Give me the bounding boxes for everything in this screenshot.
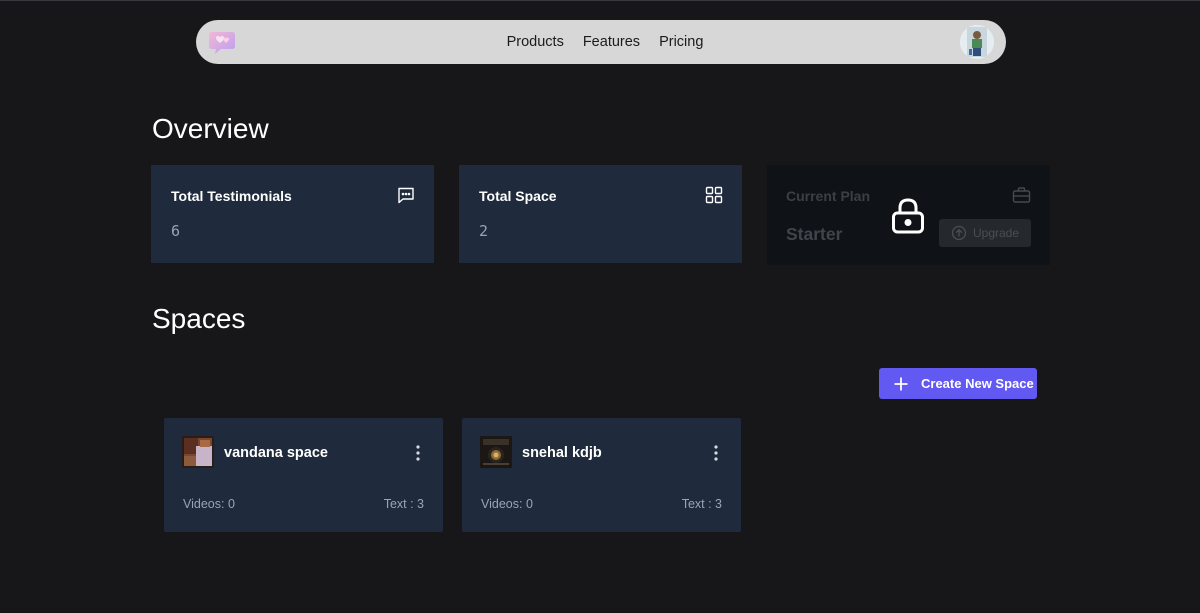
stat-value: 2 [479,222,489,240]
overview-title: Overview [152,113,269,144]
stat-value: 6 [171,222,181,240]
space-name: snehal kdjb [522,445,602,461]
space-videos-count: Videos: 0 [183,497,235,511]
stat-label: Total Space [479,188,557,204]
chat-bubble-icon [397,186,415,204]
current-plan-card: Current Plan Starter Upgrade [767,165,1050,265]
space-text-count: Text : 3 [681,497,722,511]
create-new-space-button[interactable]: Create New Space [879,368,1037,399]
plan-label: Current Plan [786,188,871,204]
upgrade-icon [951,225,967,241]
upgrade-label: Upgrade [972,226,1020,240]
nav-link-pricing[interactable]: Pricing [659,34,703,50]
total-testimonials-card: Total Testimonials 6 [151,165,434,263]
upgrade-button[interactable]: Upgrade [939,219,1031,247]
briefcase-icon [1012,186,1031,204]
avatar[interactable] [960,25,994,59]
nav-link-products[interactable]: Products [507,34,564,50]
space-thumbnail [182,436,214,468]
plan-value: Starter [786,224,843,244]
plus-icon [893,376,909,392]
nav-link-features[interactable]: Features [583,34,640,50]
create-new-space-label: Create New Space [921,376,1034,391]
grid-icon [705,186,723,204]
lock-icon [890,197,926,235]
space-name: vandana space [224,445,328,461]
spaces-title: Spaces [152,303,246,334]
top-border [0,0,1200,1]
space-card[interactable]: snehal kdjb Videos: 0 Text : 3 [462,418,741,532]
more-options-icon[interactable] [415,444,421,462]
stat-label: Total Testimonials [171,188,292,204]
space-videos-count: Videos: 0 [481,497,533,511]
navbar: Products Features Pricing [196,20,1006,64]
space-text-count: Text : 3 [383,497,424,511]
space-card[interactable]: vandana space Videos: 0 Text : 3 [164,418,443,532]
nav-links: Products Features Pricing [196,20,1006,64]
total-space-card: Total Space 2 [459,165,742,263]
more-options-icon[interactable] [713,444,719,462]
space-thumbnail [480,436,512,468]
